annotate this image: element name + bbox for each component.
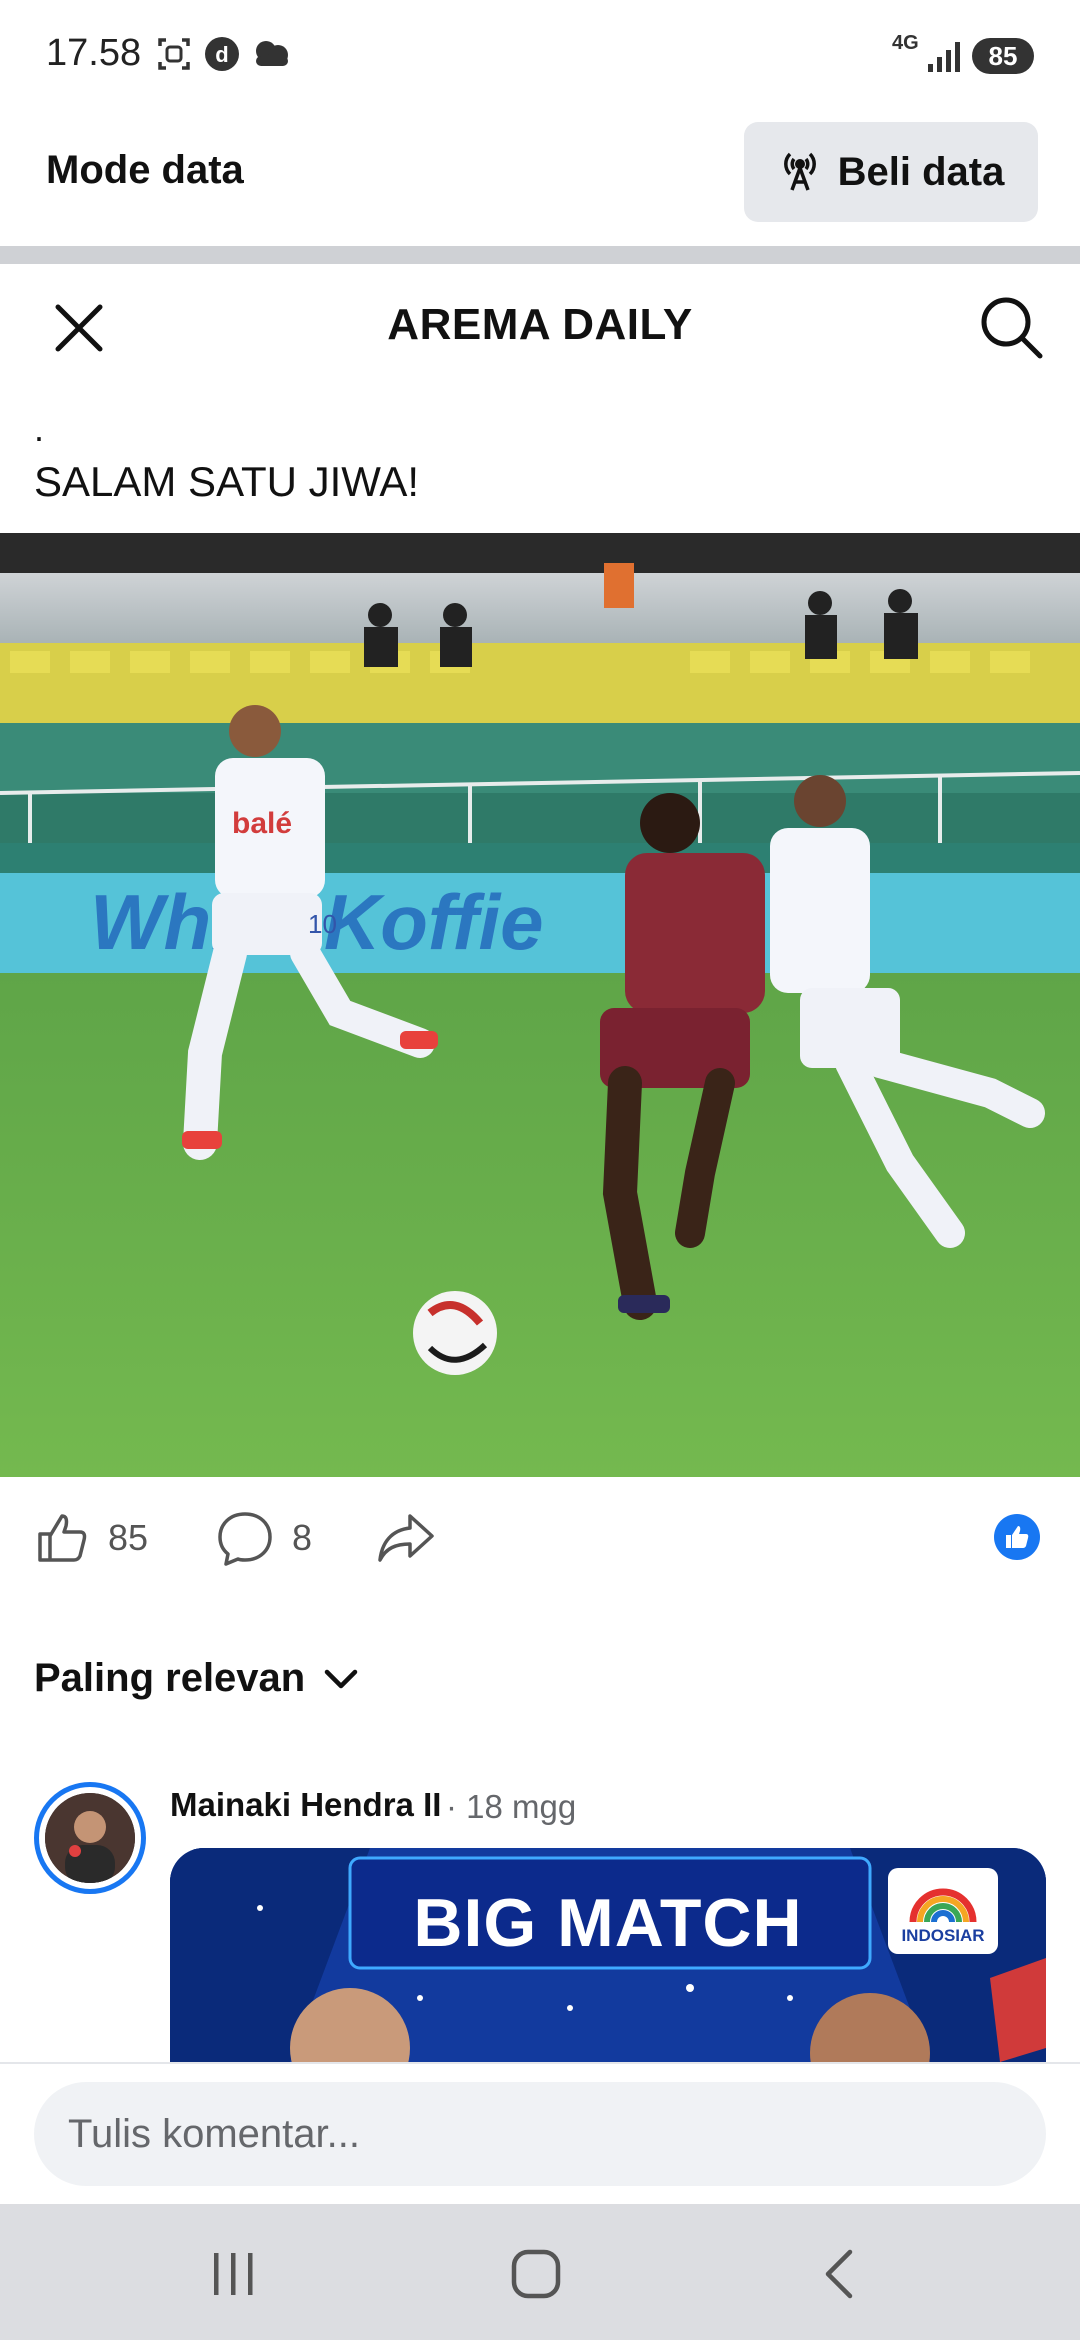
back-icon — [825, 2249, 853, 2299]
comment-icon — [218, 1512, 272, 1566]
recent-apps-icon — [214, 2253, 253, 2295]
back-button[interactable] — [800, 2244, 880, 2304]
signal-icon — [928, 40, 966, 77]
comment-button[interactable]: 8 — [216, 1510, 312, 1566]
home-button[interactable] — [496, 2244, 576, 2304]
like-count: 85 — [108, 1517, 149, 1558]
like-button[interactable]: 85 — [34, 1510, 148, 1566]
sort-dropdown[interactable]: Paling relevan — [34, 1656, 359, 1701]
battery-indicator: 85 — [972, 38, 1034, 74]
indosiar-text: INDOSIAR — [901, 1926, 985, 1945]
comment-count: 8 — [292, 1517, 313, 1558]
post-caption: SALAM SATU JIWA! — [34, 458, 420, 505]
close-button[interactable] — [46, 295, 112, 361]
comment-time: · 18 mgg — [446, 1788, 577, 1825]
data-mode-label: Mode data — [46, 148, 244, 192]
home-icon — [511, 2249, 561, 2299]
buy-data-button[interactable]: Beli data — [744, 122, 1038, 222]
sort-label: Paling relevan — [34, 1656, 306, 1700]
buy-data-label: Beli data — [837, 149, 1005, 194]
search-icon — [981, 297, 1043, 359]
post-photo[interactable]: White Koffie balé 10 — [0, 533, 1080, 1477]
player-sponsor-text: balé — [232, 807, 292, 840]
divider — [0, 246, 1080, 264]
broadcast-tower-icon — [778, 148, 822, 197]
like-reaction-badge — [994, 1514, 1040, 1560]
comment-avatar[interactable] — [34, 1782, 146, 1894]
indosiar-logo: INDOSIAR — [888, 1868, 998, 1954]
player-number: 10 — [308, 909, 337, 939]
close-icon — [55, 304, 103, 352]
svg-text:d: d — [215, 42, 228, 67]
share-icon — [378, 1514, 434, 1562]
status-time: 17.58 — [46, 32, 142, 74]
avatar — [45, 1793, 135, 1883]
comment-image[interactable]: BIG MATCH INDOSIAR — [170, 1848, 1046, 2062]
caption-dot: . — [34, 408, 45, 449]
network-type: 4G — [892, 32, 919, 54]
recent-apps-button[interactable] — [194, 2244, 274, 2304]
page-title: AREMA DAILY — [387, 300, 693, 349]
thumbs-up-icon — [38, 1514, 87, 1562]
search-button[interactable] — [978, 294, 1046, 362]
d-app-icon: d — [204, 36, 240, 72]
comment-input[interactable] — [34, 2082, 1046, 2186]
chevron-down-icon — [324, 1669, 358, 1688]
share-button[interactable] — [376, 1510, 436, 1571]
screenshot-icon — [156, 36, 192, 72]
like-badge-icon — [1006, 1526, 1029, 1548]
cloud-icon — [250, 36, 292, 72]
comment-author[interactable]: Mainaki Hendra II — [170, 1786, 441, 1824]
